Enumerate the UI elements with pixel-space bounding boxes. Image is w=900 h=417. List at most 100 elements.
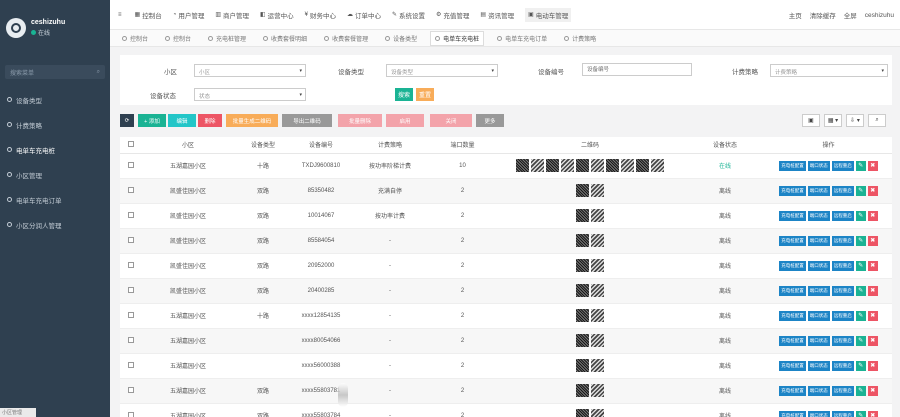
qr-code-image[interactable]	[591, 209, 604, 222]
delete-icon[interactable]: ✖	[867, 235, 878, 246]
reset-button[interactable]: 重置	[416, 88, 434, 101]
delete-icon[interactable]: ✖	[867, 410, 878, 417]
refresh-icon[interactable]: ⟳	[120, 114, 134, 127]
config-button[interactable]: 充电桩配置	[779, 410, 806, 417]
config-button[interactable]: 充电桩配置	[779, 360, 806, 371]
qr-code-image[interactable]	[576, 409, 589, 417]
edit-icon[interactable]: ✎	[855, 185, 866, 196]
remote-restart-button[interactable]: 远程重启	[831, 260, 854, 271]
menu-toggle-icon[interactable]: ≡	[118, 12, 124, 18]
config-button[interactable]: 充电桩配置	[779, 285, 806, 296]
sidebar-item-1[interactable]: 计费策略	[0, 112, 110, 137]
remote-restart-button[interactable]: 远程重启	[831, 160, 854, 171]
community-select[interactable]: 小区 ▾	[194, 64, 306, 77]
edit-icon[interactable]: ✎	[855, 160, 866, 171]
port-status-button[interactable]: 端口状态	[807, 385, 830, 396]
type-select[interactable]: 设备类型 ▾	[386, 64, 498, 77]
sidebar-search[interactable]: 搜索菜单 ⌕	[5, 65, 105, 79]
qr-code-image[interactable]	[576, 259, 589, 272]
policy-select[interactable]: 计费策略 ▾	[770, 64, 888, 77]
tab-6[interactable]: 电单车充电桩	[430, 30, 485, 46]
port-status-button[interactable]: 端口状态	[807, 260, 830, 271]
delete-icon[interactable]: ✖	[867, 285, 878, 296]
toolbar-button-4[interactable]: 批量生成二维码	[226, 114, 278, 127]
port-status-button[interactable]: 端口状态	[807, 310, 830, 321]
config-button[interactable]: 充电桩配置	[779, 260, 806, 271]
port-status-button[interactable]: 端口状态	[807, 285, 830, 296]
row-checkbox[interactable]	[128, 361, 134, 368]
qr-code-image[interactable]	[576, 384, 589, 397]
row-checkbox[interactable]	[128, 411, 134, 417]
remote-restart-button[interactable]: 远程重启	[831, 285, 854, 296]
qr-code-image[interactable]	[651, 159, 664, 172]
toolbar-button-3[interactable]: 删除	[198, 114, 222, 127]
row-checkbox[interactable]	[128, 186, 134, 193]
qr-code-image[interactable]	[591, 184, 604, 197]
row-checkbox[interactable]	[128, 236, 134, 243]
sidebar-item-2[interactable]: 电单车充电桩	[0, 137, 110, 162]
tab-0[interactable]: 控制台	[118, 32, 152, 45]
toolbar-button-8[interactable]: 关闭	[430, 114, 472, 127]
qr-code-image[interactable]	[591, 259, 604, 272]
qr-code-image[interactable]	[516, 159, 529, 172]
qr-code-image[interactable]	[591, 334, 604, 347]
toolbar-right-button-3[interactable]: ⌕	[868, 114, 886, 127]
top-nav-item-7[interactable]: ⚙ 充值管理	[436, 8, 469, 22]
qr-code-image[interactable]	[561, 159, 574, 172]
top-nav-item-9[interactable]: ▣ 电动车管理	[525, 7, 572, 22]
qr-code-image[interactable]	[576, 234, 589, 247]
edit-icon[interactable]: ✎	[855, 235, 866, 246]
sidebar-item-3[interactable]: 小区管理	[0, 162, 110, 187]
qr-code-image[interactable]	[591, 409, 604, 417]
qr-code-image[interactable]	[591, 384, 604, 397]
qr-code-image[interactable]	[576, 309, 589, 322]
remote-restart-button[interactable]: 远程重启	[831, 235, 854, 246]
delete-icon[interactable]: ✖	[867, 360, 878, 371]
config-button[interactable]: 充电桩配置	[779, 235, 806, 246]
remote-restart-button[interactable]: 远程重启	[831, 185, 854, 196]
tab-2[interactable]: 充电桩管理	[204, 32, 250, 45]
remote-restart-button[interactable]: 远程重启	[831, 410, 854, 417]
column-header-0[interactable]	[120, 137, 142, 154]
delete-icon[interactable]: ✖	[867, 260, 878, 271]
top-nav-right-0[interactable]: 主页	[789, 10, 802, 20]
qr-code-image[interactable]	[591, 284, 604, 297]
edit-icon[interactable]: ✎	[855, 385, 866, 396]
qr-code-image[interactable]	[576, 359, 589, 372]
toolbar-button-7[interactable]: 启用	[386, 114, 424, 127]
port-status-button[interactable]: 端口状态	[807, 410, 830, 417]
row-checkbox[interactable]	[128, 311, 134, 318]
row-checkbox[interactable]	[128, 261, 134, 268]
tab-5[interactable]: 设备类型	[381, 32, 421, 45]
remote-restart-button[interactable]: 远程重启	[831, 210, 854, 221]
port-status-button[interactable]: 端口状态	[807, 160, 830, 171]
port-status-button[interactable]: 端口状态	[807, 235, 830, 246]
status-select[interactable]: 状态 ▾	[194, 88, 306, 101]
edit-icon[interactable]: ✎	[855, 285, 866, 296]
toolbar-button-6[interactable]: 批量删除	[338, 114, 382, 127]
config-button[interactable]: 充电桩配置	[779, 185, 806, 196]
remote-restart-button[interactable]: 远程重启	[831, 360, 854, 371]
top-nav-item-8[interactable]: ▤ 资讯管理	[480, 8, 514, 22]
port-status-button[interactable]: 端口状态	[807, 210, 830, 221]
qr-code-image[interactable]	[591, 359, 604, 372]
qr-code-image[interactable]	[576, 334, 589, 347]
select-all-checkbox[interactable]	[128, 140, 134, 147]
toolbar-right-button-0[interactable]: ▣	[802, 114, 820, 127]
delete-icon[interactable]: ✖	[867, 210, 878, 221]
top-nav-item-0[interactable]: ▦ 控制台	[135, 8, 162, 22]
top-nav-item-1[interactable]: ◔ 用户管理	[173, 8, 205, 22]
qr-code-image[interactable]	[576, 284, 589, 297]
config-button[interactable]: 充电桩配置	[779, 385, 806, 396]
delete-icon[interactable]: ✖	[867, 385, 878, 396]
serial-input[interactable]	[582, 63, 692, 76]
tab-7[interactable]: 电单车充电订单	[493, 32, 551, 45]
search-button[interactable]: 搜索	[395, 88, 413, 101]
qr-code-image[interactable]	[531, 159, 544, 172]
row-checkbox[interactable]	[128, 386, 134, 393]
avatar[interactable]	[6, 18, 26, 38]
port-status-button[interactable]: 端口状态	[807, 335, 830, 346]
sidebar-item-5[interactable]: 小区分润人管理	[0, 212, 110, 237]
remote-restart-button[interactable]: 远程重启	[831, 385, 854, 396]
delete-icon[interactable]: ✖	[867, 160, 878, 171]
